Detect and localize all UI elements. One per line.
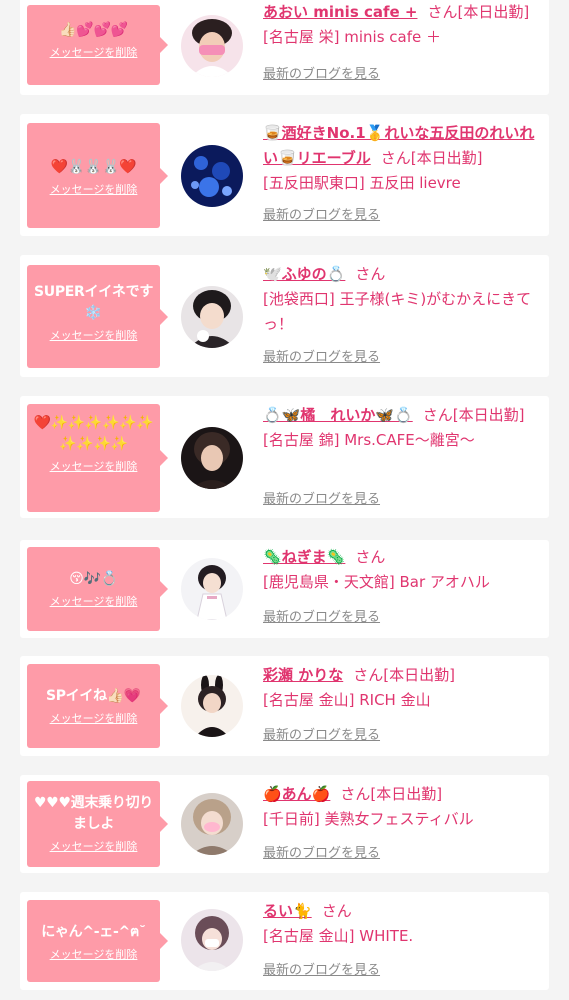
shop-info: [名古屋 金山] RICH 金山 bbox=[263, 691, 431, 709]
delete-message-link[interactable]: メッセージを削除 bbox=[50, 947, 138, 962]
message-text: にゃん^-ェ-^ฅ˘ bbox=[41, 924, 146, 940]
name-suffix: さん bbox=[321, 902, 352, 920]
avatar[interactable] bbox=[181, 675, 243, 737]
latest-blog-link[interactable]: 最新のブログを見る bbox=[263, 962, 380, 980]
shop-info: [名古屋 錦] Mrs.CAFE〜離宮〜 bbox=[263, 431, 475, 449]
list-item: ❤️🐰🐰🐰❤️ メッセージを削除 🥃酒好きNo.1🥇れいな五反田のれいれい🥃リエ… bbox=[20, 114, 549, 236]
message-text: ❤️✨✨✨✨✨✨✨✨✨✨ bbox=[33, 415, 154, 452]
delete-message-link[interactable]: メッセージを削除 bbox=[50, 45, 138, 60]
message-bubble: SUPERイイネです❄️ メッセージを削除 bbox=[27, 265, 168, 368]
message-bubble: ♥♥♥週末乗り切りましよ メッセージを削除 bbox=[27, 781, 168, 867]
entry-info: 🦠ねぎま🦠 さん [鹿児島県・天文館] Bar アオハル bbox=[263, 545, 541, 595]
latest-blog-link[interactable]: 最新のブログを見る bbox=[263, 845, 380, 863]
latest-blog-link[interactable]: 最新のブログを見る bbox=[263, 727, 380, 745]
avatar[interactable] bbox=[181, 427, 243, 489]
message-bubble: 👍🏻💕💕💕 メッセージを削除 bbox=[27, 5, 168, 85]
message-bubble: にゃん^-ェ-^ฅ˘ メッセージを削除 bbox=[27, 900, 168, 982]
avatar[interactable] bbox=[181, 558, 243, 620]
shop-info: [名古屋 栄] minis cafe ＋ bbox=[263, 28, 441, 46]
message-text: 😚🎶💍 bbox=[69, 571, 118, 587]
delete-message-link[interactable]: メッセージを削除 bbox=[50, 182, 138, 197]
latest-blog-link[interactable]: 最新のブログを見る bbox=[263, 66, 380, 84]
message-text: ❤️🐰🐰🐰❤️ bbox=[50, 159, 137, 175]
latest-blog-link[interactable]: 最新のブログを見る bbox=[263, 609, 380, 627]
shop-info: [五反田駅東口] 五反田 lievre bbox=[263, 174, 461, 192]
latest-blog-link[interactable]: 最新のブログを見る bbox=[263, 491, 380, 509]
user-name-link[interactable]: あおい minis cafe + bbox=[263, 3, 417, 21]
list-item: ❤️✨✨✨✨✨✨✨✨✨✨ メッセージを削除 💍🦋橘 れいか🦋💍 さん[本日出勤] … bbox=[20, 396, 549, 518]
message-text: SPイイね👍🏻💗 bbox=[45, 688, 142, 704]
list-item: にゃん^-ェ-^ฅ˘ メッセージを削除 るい🐈 さん [名古屋 金山] WHITE… bbox=[20, 892, 549, 990]
entry-info: 🕊️ふゆの💍 さん [池袋西口] 王子様(キミ)がむかえにきてっ！ bbox=[263, 262, 541, 337]
name-suffix: さん bbox=[355, 265, 386, 283]
shop-info: [鹿児島県・天文館] Bar アオハル bbox=[263, 573, 490, 591]
entry-info: あおい minis cafe + さん[本日出勤] [名古屋 栄] minis c… bbox=[263, 0, 541, 50]
name-suffix: さん[本日出勤] bbox=[353, 666, 455, 684]
entry-info: 🍎あん🍎 さん[本日出勤] [千日前] 美熟女フェスティバル bbox=[263, 782, 541, 832]
message-bubble: SPイイね👍🏻💗 メッセージを削除 bbox=[27, 664, 168, 748]
message-text: ♥♥♥週末乗り切りましよ bbox=[34, 795, 153, 832]
name-suffix: さん[本日出勤] bbox=[427, 3, 530, 21]
avatar[interactable] bbox=[181, 793, 243, 855]
entry-info: 💍🦋橘 れいか🦋💍 さん[本日出勤] [名古屋 錦] Mrs.CAFE〜離宮〜 bbox=[263, 403, 541, 453]
user-name-link[interactable]: 💍🦋橘 れいか🦋💍 bbox=[263, 406, 413, 424]
entry-info: るい🐈 さん [名古屋 金山] WHITE. bbox=[263, 899, 541, 949]
message-list: 👍🏻💕💕💕 メッセージを削除 あおい minis cafe + さん[本日出勤] … bbox=[0, 0, 569, 1000]
avatar[interactable] bbox=[181, 286, 243, 348]
delete-message-link[interactable]: メッセージを削除 bbox=[50, 839, 138, 854]
user-name-link[interactable]: 🦠ねぎま🦠 bbox=[263, 548, 345, 566]
list-item: 😚🎶💍 メッセージを削除 🦠ねぎま🦠 さん [鹿児島県・天文館] Bar アオハル… bbox=[20, 540, 549, 638]
list-item: SUPERイイネです❄️ メッセージを削除 🕊️ふゆの💍 さん [池袋西口] 王子… bbox=[20, 255, 549, 377]
message-text: 👍🏻💕💕💕 bbox=[59, 22, 128, 38]
name-suffix: さん[本日出勤] bbox=[340, 785, 443, 803]
latest-blog-link[interactable]: 最新のブログを見る bbox=[263, 207, 380, 225]
message-bubble: ❤️🐰🐰🐰❤️ メッセージを削除 bbox=[27, 123, 168, 228]
name-suffix: さん bbox=[355, 548, 386, 566]
latest-blog-link[interactable]: 最新のブログを見る bbox=[263, 349, 380, 367]
list-item: 👍🏻💕💕💕 メッセージを削除 あおい minis cafe + さん[本日出勤] … bbox=[20, 0, 549, 95]
delete-message-link[interactable]: メッセージを削除 bbox=[50, 459, 138, 474]
user-name-link[interactable]: 彩瀬 かりな bbox=[263, 666, 343, 684]
user-name-link[interactable]: 🍎あん🍎 bbox=[263, 785, 330, 803]
message-bubble: 😚🎶💍 メッセージを削除 bbox=[27, 547, 168, 631]
shop-info: [池袋西口] 王子様(キミ)がむかえにきてっ！ bbox=[263, 290, 532, 333]
entry-info: 彩瀬 かりな さん[本日出勤] [名古屋 金山] RICH 金山 bbox=[263, 663, 541, 713]
delete-message-link[interactable]: メッセージを削除 bbox=[50, 328, 138, 343]
name-suffix: さん[本日出勤] bbox=[422, 406, 525, 424]
avatar[interactable] bbox=[181, 15, 243, 77]
user-name-link[interactable]: るい🐈 bbox=[263, 902, 312, 920]
list-item: ♥♥♥週末乗り切りましよ メッセージを削除 🍎あん🍎 さん[本日出勤] [千日前]… bbox=[20, 775, 549, 873]
avatar[interactable] bbox=[181, 145, 243, 207]
avatar[interactable] bbox=[181, 909, 243, 971]
list-item: SPイイね👍🏻💗 メッセージを削除 彩瀬 かりな さん[本日出勤] [名古屋 金山… bbox=[20, 656, 549, 756]
shop-info: [名古屋 金山] WHITE. bbox=[263, 927, 414, 945]
name-suffix: さん[本日出勤] bbox=[380, 149, 483, 167]
delete-message-link[interactable]: メッセージを削除 bbox=[50, 594, 138, 609]
delete-message-link[interactable]: メッセージを削除 bbox=[50, 711, 138, 726]
entry-info: 🥃酒好きNo.1🥇れいな五反田のれいれい🥃リエーブル さん[本日出勤] [五反田駅… bbox=[263, 121, 541, 196]
user-name-link[interactable]: 🕊️ふゆの💍 bbox=[263, 265, 345, 283]
message-bubble: ❤️✨✨✨✨✨✨✨✨✨✨ メッセージを削除 bbox=[27, 404, 168, 512]
shop-info: [千日前] 美熟女フェスティバル bbox=[263, 810, 474, 828]
message-text: SUPERイイネです❄️ bbox=[33, 284, 154, 321]
